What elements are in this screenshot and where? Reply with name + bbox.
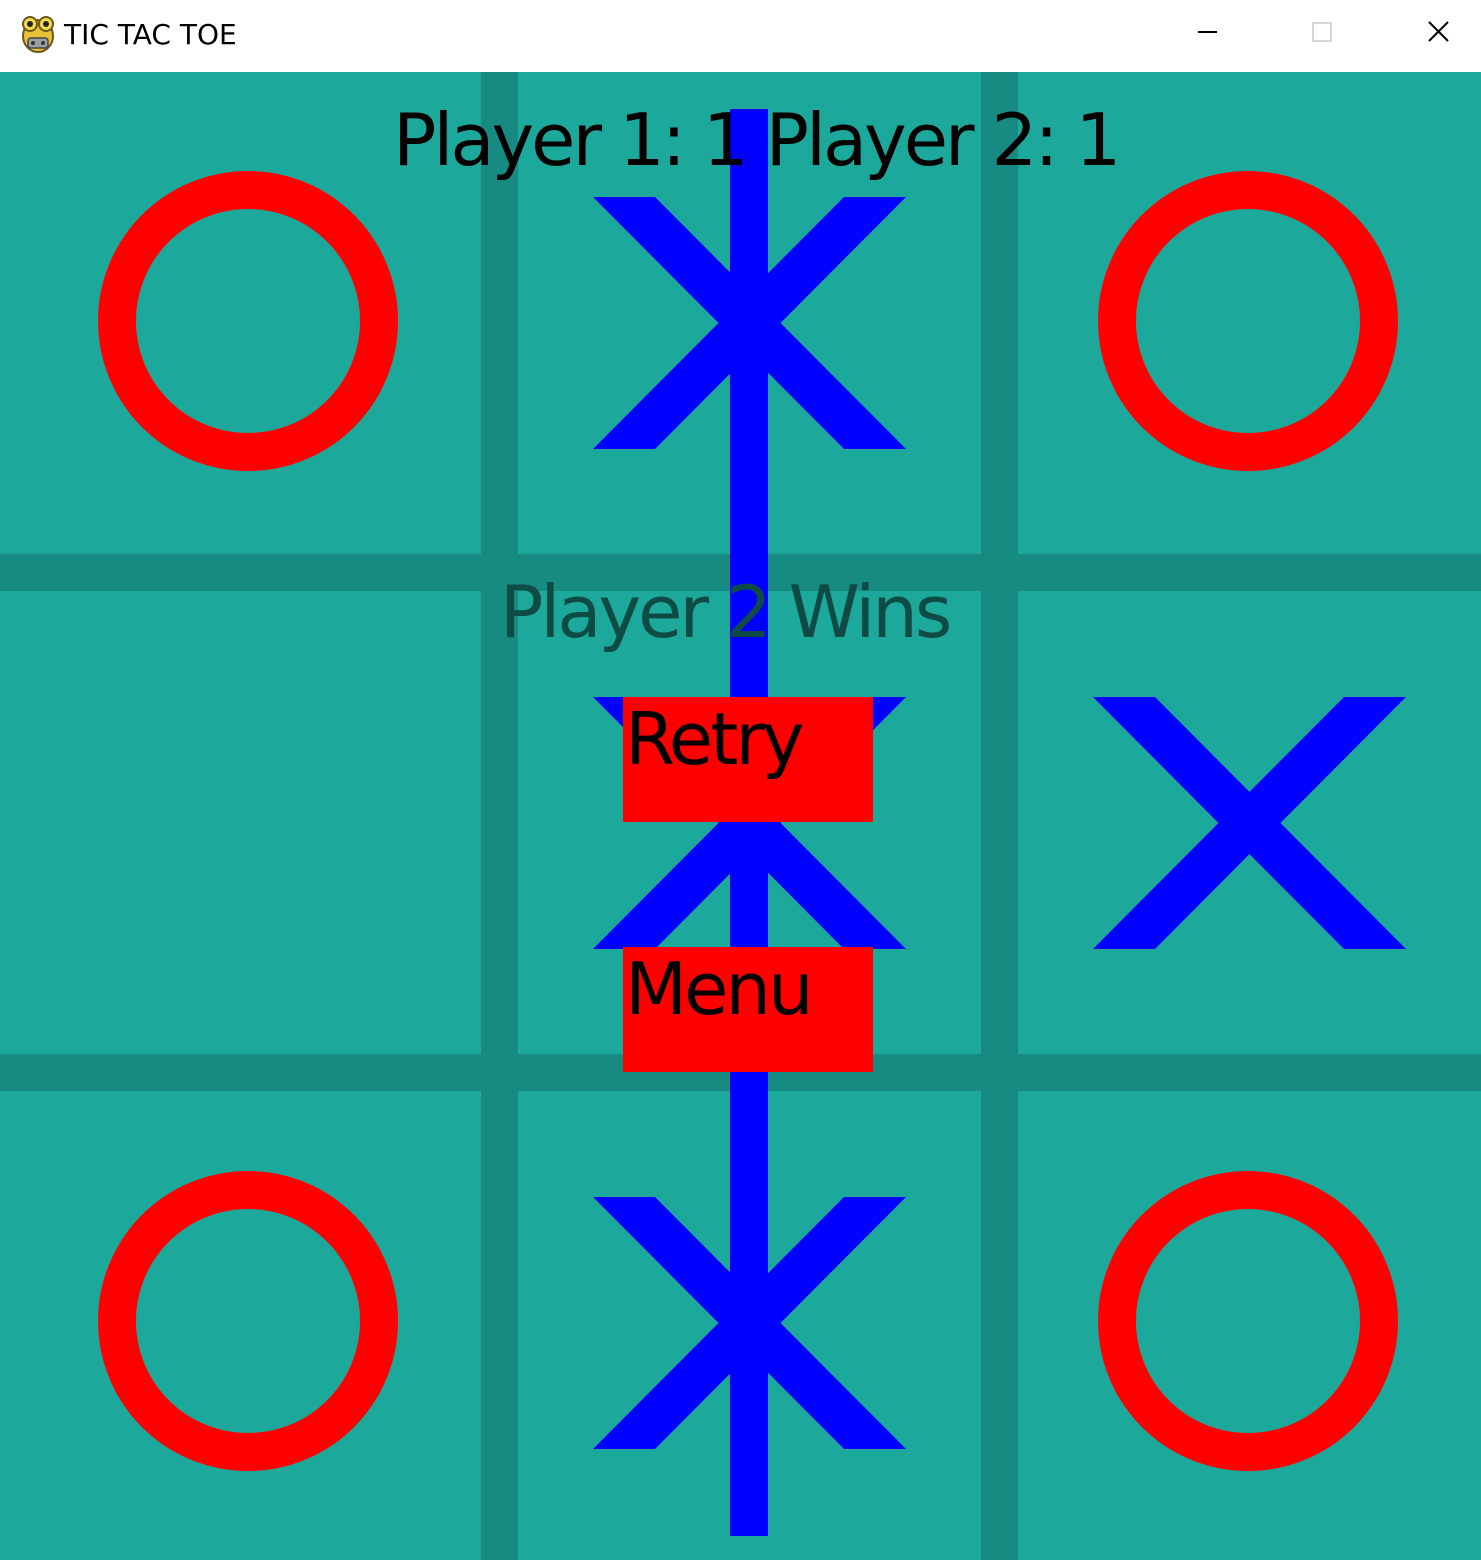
window-title: TIC TAC TOE [64,18,237,51]
retry-button[interactable]: Retry [623,697,873,822]
board-cell-1-0[interactable] [0,572,481,1054]
menu-button[interactable]: Menu [623,947,873,1072]
minimize-icon [1198,31,1217,33]
maximize-button[interactable] [1265,0,1380,64]
maximize-icon [1312,22,1332,42]
close-icon [1428,21,1449,42]
minimize-button[interactable] [1150,0,1265,64]
retry-button-label: Retry [625,697,805,781]
app-icon [22,16,54,53]
close-button[interactable] [1380,0,1481,64]
winning-line [730,109,768,1536]
result-message: Player 2 Wins [500,570,952,654]
score-display: Player 1: 1 Player 2: 1 [393,98,1121,182]
game-canvas[interactable]: Player 1: 1 Player 2: 1 Player 2 Wins Re… [0,72,1481,1560]
board-cell-2-0 [0,1072,481,1554]
menu-button-label: Menu [625,947,814,1031]
board-cell-2-2 [1000,1072,1481,1554]
window-titlebar: TIC TAC TOE [0,0,1481,72]
